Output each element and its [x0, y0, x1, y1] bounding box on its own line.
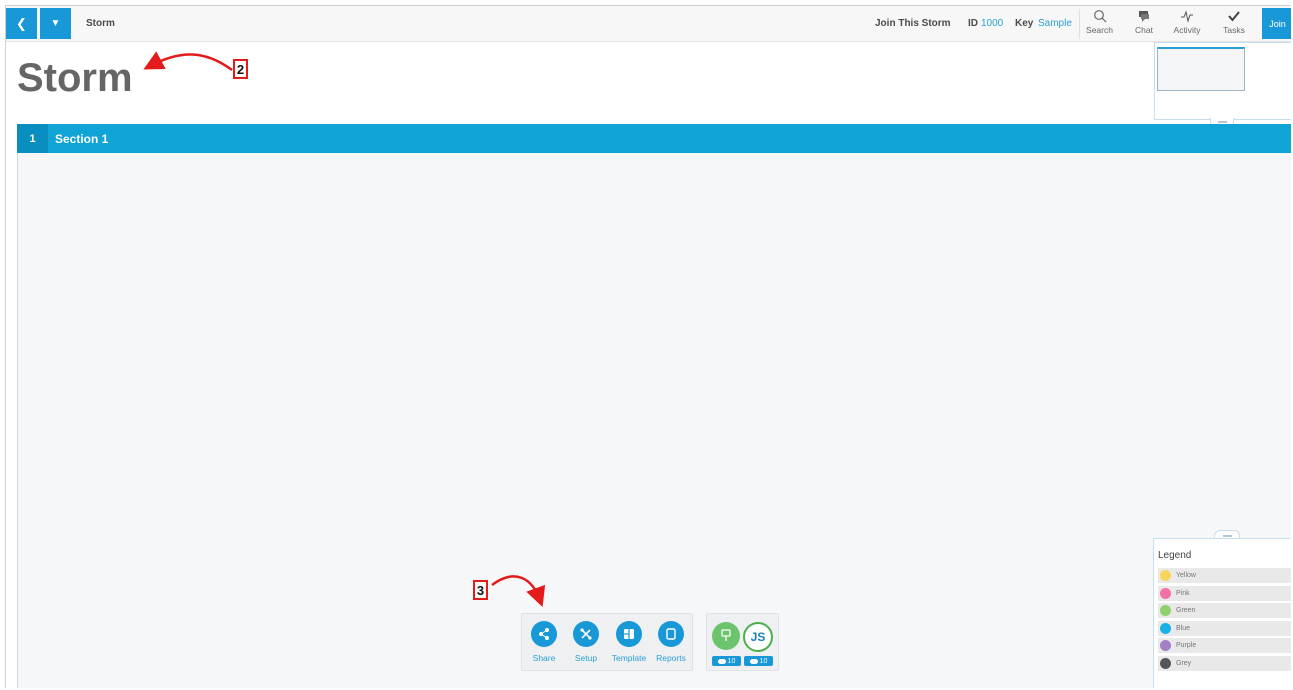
color-swatch [1160, 657, 1171, 669]
menu-dropdown-button[interactable]: ▼ [40, 8, 71, 39]
legend-item-pink[interactable]: Pink [1158, 585, 1291, 601]
section-header[interactable]: 1 Section 1 [17, 124, 1291, 153]
legend-item-purple[interactable]: Purple [1158, 638, 1291, 653]
bottom-toolbar: Share Setup Template Reports [521, 613, 693, 671]
activity-icon [1167, 9, 1207, 25]
reports-button[interactable]: Reports [649, 621, 693, 663]
legend-item-label: Pink [1176, 589, 1190, 597]
flip-chart-icon [719, 628, 733, 645]
storm-canvas[interactable] [17, 153, 1291, 688]
legend-item-label: Blue [1176, 624, 1191, 632]
legend-title: Legend [1158, 550, 1192, 561]
facilitator-badge-count: 10 [727, 657, 736, 665]
id-label: ID [968, 18, 978, 29]
annotation-label-3: 3 [473, 580, 488, 600]
id-value: 1000 [981, 18, 1004, 29]
legend-panel: Legend Yellow Pink Green Blue Purple Gre… [1153, 538, 1291, 688]
minimap[interactable] [1154, 42, 1291, 120]
search-label: Search [1086, 25, 1113, 35]
legend-item-label: Purple [1176, 642, 1197, 649]
tasks-button[interactable]: Tasks [1214, 9, 1254, 39]
color-swatch [1160, 605, 1171, 616]
page-title: Storm [17, 56, 133, 100]
reports-icon [658, 621, 684, 647]
search-button[interactable]: Search [1079, 9, 1119, 39]
legend-item-label: Green [1176, 607, 1196, 614]
legend-item-label: Yellow [1176, 572, 1196, 579]
toggle-icon [717, 658, 726, 664]
legend-item-grey[interactable]: Grey [1158, 655, 1291, 671]
color-swatch [1160, 622, 1171, 634]
facilitator-avatar[interactable] [712, 622, 740, 650]
reports-label: Reports [656, 653, 686, 663]
join-button[interactable]: Join [1262, 8, 1291, 39]
key-value: Sample [1038, 18, 1072, 29]
share-icon [531, 621, 557, 647]
user-avatar[interactable]: JS [743, 622, 773, 652]
color-swatch [1160, 570, 1171, 581]
legend-item-blue[interactable]: Blue [1158, 620, 1291, 636]
chevron-left-icon: ❮ [16, 15, 27, 31]
activity-button[interactable]: Activity [1167, 9, 1207, 39]
section-title[interactable]: Section 1 [55, 132, 108, 146]
search-icon [1080, 9, 1119, 25]
back-button[interactable]: ❮ [6, 8, 37, 39]
chat-icon [1124, 9, 1164, 25]
color-swatch [1160, 587, 1171, 599]
setup-button[interactable]: Setup [564, 621, 608, 663]
template-label: Template [611, 653, 647, 663]
setup-icon [573, 621, 599, 647]
legend-list: Yellow Pink Green Blue Purple Grey [1158, 568, 1291, 673]
section-number: 1 [17, 124, 48, 153]
legend-item-green[interactable]: Green [1158, 603, 1291, 618]
app-title: Storm [86, 18, 115, 29]
minimap-viewport[interactable] [1157, 47, 1245, 91]
top-bar: ❮ ▼ Storm Join This Storm ID 1000 Key Sa… [6, 6, 1291, 42]
legend-item-label: Grey [1176, 659, 1192, 667]
join-storm-link[interactable]: Join This Storm [875, 18, 951, 29]
user-badge[interactable]: 10 [744, 656, 773, 666]
key-label: Key [1015, 18, 1034, 29]
setup-label: Setup [574, 653, 598, 663]
share-button[interactable]: Share [522, 621, 566, 663]
color-swatch [1160, 640, 1171, 651]
chat-button[interactable]: Chat [1124, 9, 1164, 39]
participants-panel: JS 10 10 [706, 613, 779, 671]
app-frame: ❮ ▼ Storm Join This Storm ID 1000 Key Sa… [5, 5, 1291, 688]
chevron-down-icon: ▼ [50, 18, 61, 29]
legend-item-yellow[interactable]: Yellow [1158, 568, 1291, 583]
check-icon [1214, 9, 1254, 25]
facilitator-badge[interactable]: 10 [712, 656, 741, 666]
chat-label: Chat [1135, 25, 1153, 35]
template-button[interactable]: Template [607, 621, 651, 663]
tasks-label: Tasks [1223, 25, 1245, 35]
user-badge-count: 10 [759, 657, 768, 665]
template-icon [616, 621, 642, 647]
share-label: Share [532, 653, 556, 663]
annotation-label-2: 2 [233, 59, 248, 79]
toggle-icon [749, 658, 758, 664]
activity-label: Activity [1173, 25, 1201, 35]
